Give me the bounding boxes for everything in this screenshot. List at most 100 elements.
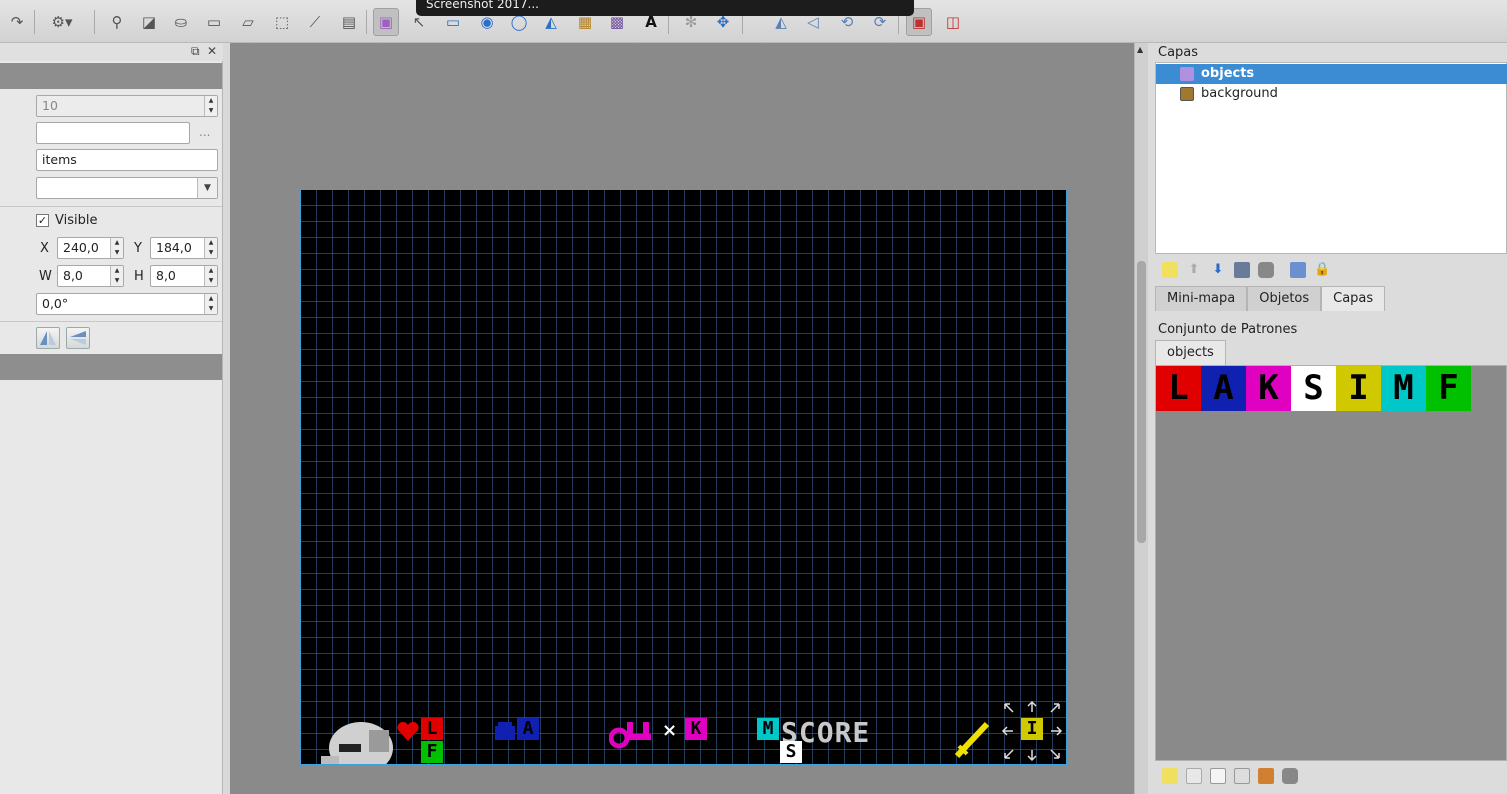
flip-vertical-icon [70,331,86,345]
rect-select-icon[interactable]: ⬚ [269,8,295,36]
map-canvas-area[interactable]: L F A × K M SCORE S I [230,43,1134,794]
select-same-icon[interactable]: ▤ [336,8,362,36]
y-field[interactable]: 184,0 ▲ ▼ [150,237,218,259]
multiply-sign: × [662,720,678,741]
skull-sprite [321,722,393,764]
tile-letter: M [1393,368,1414,408]
terrain-icon[interactable]: ◪ [136,8,162,36]
settings-icon[interactable]: ⚙▾ [44,8,80,36]
sword-sprite [954,721,990,759]
tileset-tile-m[interactable]: M [1381,366,1426,411]
tileset-tile-f[interactable]: F [1426,366,1471,411]
map-tile-m: M [757,718,779,740]
scrollbar-thumb[interactable] [1137,261,1146,543]
x-spinner[interactable]: ▲ ▼ [110,238,123,258]
duplicate-layer-icon[interactable] [1234,262,1250,278]
map-canvas[interactable]: L F A × K M SCORE S I [300,189,1067,765]
tileset-tabs: objects [1155,340,1226,365]
tileset-title: Conjunto de Patrones [1158,322,1298,337]
select-objects-icon[interactable]: ▣ [373,8,399,36]
visible-label: Visible [55,213,98,228]
delete-tileset-icon[interactable] [1282,768,1298,784]
type-field[interactable]: items [36,149,218,171]
browse-button[interactable]: ... [199,125,210,139]
visible-checkbox[interactable]: ✓ [36,214,49,227]
tileset-view[interactable]: L A K S I M F [1155,365,1507,761]
selection-handles[interactable] [1001,700,1063,762]
move-up-icon[interactable]: ⬆ [1186,262,1202,278]
map-tile-a: A [517,718,539,740]
float-icon[interactable]: ⧉ [191,44,200,59]
y-label: Y [134,241,142,256]
tile-letter: L [1168,368,1189,408]
flip-vertical-button[interactable] [66,327,90,349]
tab-mini-mapa[interactable]: Mini-mapa [1155,286,1248,311]
magic-wand-icon[interactable]: ⟋ [302,8,328,36]
y-spinner[interactable]: ▲ ▼ [204,238,217,258]
id-spinner[interactable]: ▲ ▼ [204,96,217,116]
id-field[interactable]: 10 ▲ ▼ [36,95,218,117]
eraser-icon[interactable]: ▱ [235,8,261,36]
h-spinner[interactable]: ▲ ▼ [204,266,217,286]
layers-list[interactable]: objects background [1155,62,1507,254]
w-spinner[interactable]: ▲ ▼ [110,266,123,286]
map-tile-k: K [685,718,707,740]
delete-layer-icon[interactable] [1258,262,1274,278]
chevron-down-icon[interactable]: ▼ [197,178,217,198]
tab-objetos[interactable]: Objetos [1247,286,1322,311]
heart-sprite [397,721,419,741]
tile-letter: I [1348,368,1369,408]
tileset-tile-l[interactable]: L [1156,366,1201,411]
lock-icon[interactable]: 🔒 [1314,262,1330,278]
stamp-icon[interactable]: ⚲ [104,8,130,36]
bucket-fill-icon[interactable]: ⛀ [168,8,194,36]
export-tileset-icon[interactable] [1210,768,1226,784]
h-value: 8,0 [156,268,176,283]
flip-horizontal-button[interactable] [36,327,60,349]
tiled-map-editor-window: ↷ ⚙▾ ⚲ ◪ ⛀ ▭ ▱ ⬚ ⟋ ▤ ▣ ↖ ▭ ◉ ◯ ◭ ▦ ▩ A ✻… [0,0,1507,794]
toggle-visibility-icon[interactable] [1290,262,1306,278]
random-mode-icon[interactable]: ◫ [940,8,966,36]
panel-splitter[interactable] [223,43,230,794]
new-layer-icon[interactable] [1162,262,1178,278]
key-sprite [609,722,651,749]
tileset-tile-a[interactable]: A [1201,366,1246,411]
rectangle-icon[interactable]: ▭ [201,8,227,36]
tab-tileset-objects[interactable]: objects [1155,340,1226,365]
redo-icon[interactable]: ↷ [4,8,30,36]
w-field[interactable]: 8,0 ▲ ▼ [57,265,124,287]
tile-letter: F [1438,368,1459,408]
layers-title: Capas [1158,45,1199,60]
edit-tileset-icon[interactable] [1258,768,1274,784]
tileset-tile-k[interactable]: K [1246,366,1291,411]
rotation-spinner[interactable]: ▲ ▼ [204,294,217,314]
new-tileset-icon[interactable] [1162,768,1178,784]
tileset-tile-i[interactable]: I [1336,366,1381,411]
tile-letter: A [1213,368,1234,408]
tileset-tile-s[interactable]: S [1291,366,1336,411]
custom-properties-section-header [0,354,222,380]
divider [0,206,222,207]
template-combo[interactable]: ▼ [36,177,218,199]
properties-section-header [0,63,222,89]
move-down-icon[interactable]: ⬇ [1210,262,1226,278]
close-icon[interactable]: ✕ [207,44,217,58]
vertical-scrollbar[interactable]: ▲ [1134,43,1148,794]
tileset-properties-icon[interactable] [1234,768,1250,784]
layer-item-objects[interactable]: objects [1156,64,1507,84]
h-field[interactable]: 8,0 ▲ ▼ [150,265,218,287]
scroll-up-icon[interactable]: ▲ [1137,45,1143,54]
object-layer-icon [1180,67,1194,81]
import-tileset-icon[interactable] [1186,768,1202,784]
layer-item-background[interactable]: background [1156,84,1507,104]
x-field[interactable]: 240,0 ▲ ▼ [57,237,124,259]
rotation-field[interactable]: 0,0° ▲ ▼ [36,293,218,315]
tab-capas[interactable]: Capas [1321,286,1386,311]
type-value: items [42,152,77,167]
tile-letter: M [762,718,774,739]
image-layer-icon [1180,87,1194,101]
w-value: 8,0 [63,268,83,283]
id-value: 10 [42,98,58,113]
name-field[interactable] [36,122,190,144]
tile-letter: S [1303,368,1324,408]
